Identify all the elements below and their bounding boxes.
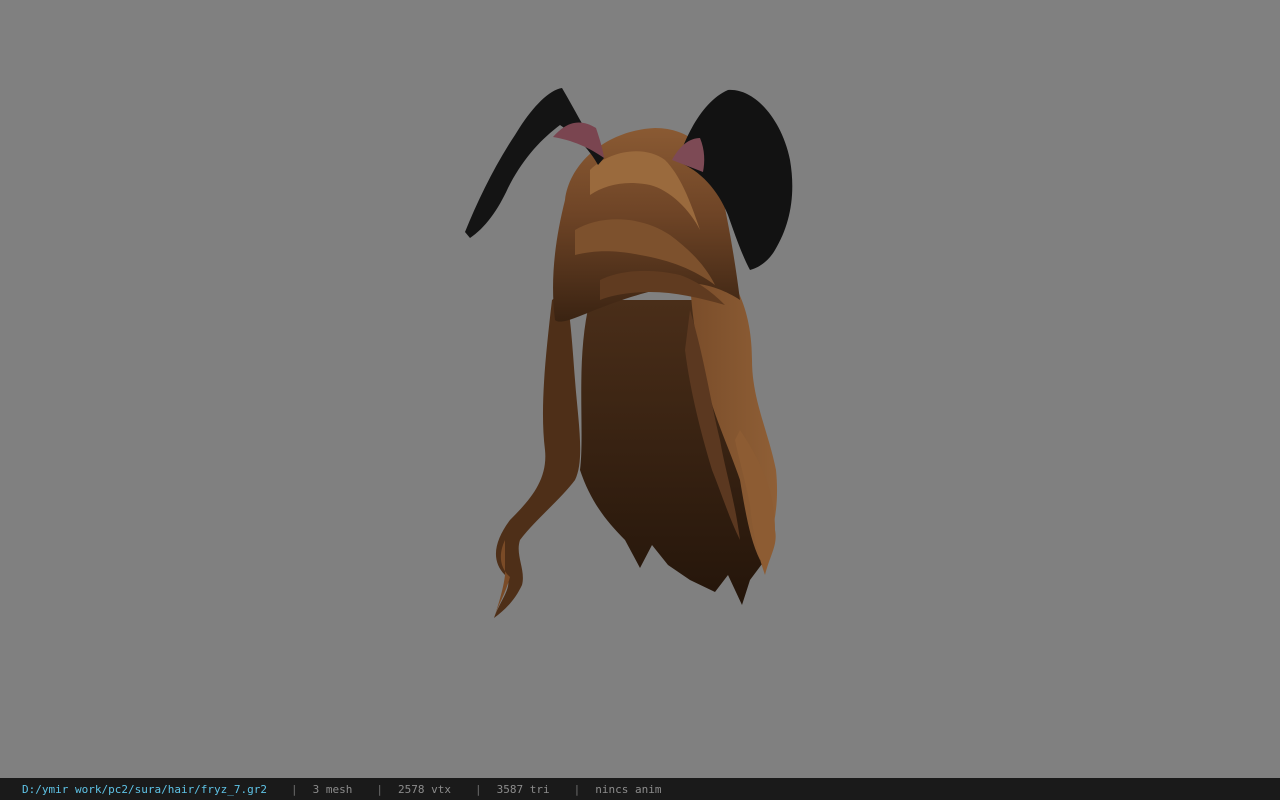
- separator: |: [475, 782, 482, 796]
- separator: |: [573, 782, 581, 796]
- status-bar: D:/ymir work/pc2/sura/hair/fryz_7.gr2 | …: [0, 778, 1280, 800]
- separator: |: [376, 782, 384, 796]
- triangle-count: 3587 tri: [496, 782, 550, 796]
- 3d-viewport[interactable]: [0, 0, 1280, 778]
- file-path: D:/ymir work/pc2/sura/hair/fryz_7.gr2: [22, 782, 268, 796]
- separator: |: [291, 782, 298, 796]
- model-render: [465, 88, 793, 618]
- vertex-count: 2578 vtx: [398, 782, 452, 796]
- mesh-count: 3 mesh: [312, 782, 353, 796]
- hair-left-curl: [494, 290, 581, 618]
- animation-status: nincs anim: [595, 782, 662, 796]
